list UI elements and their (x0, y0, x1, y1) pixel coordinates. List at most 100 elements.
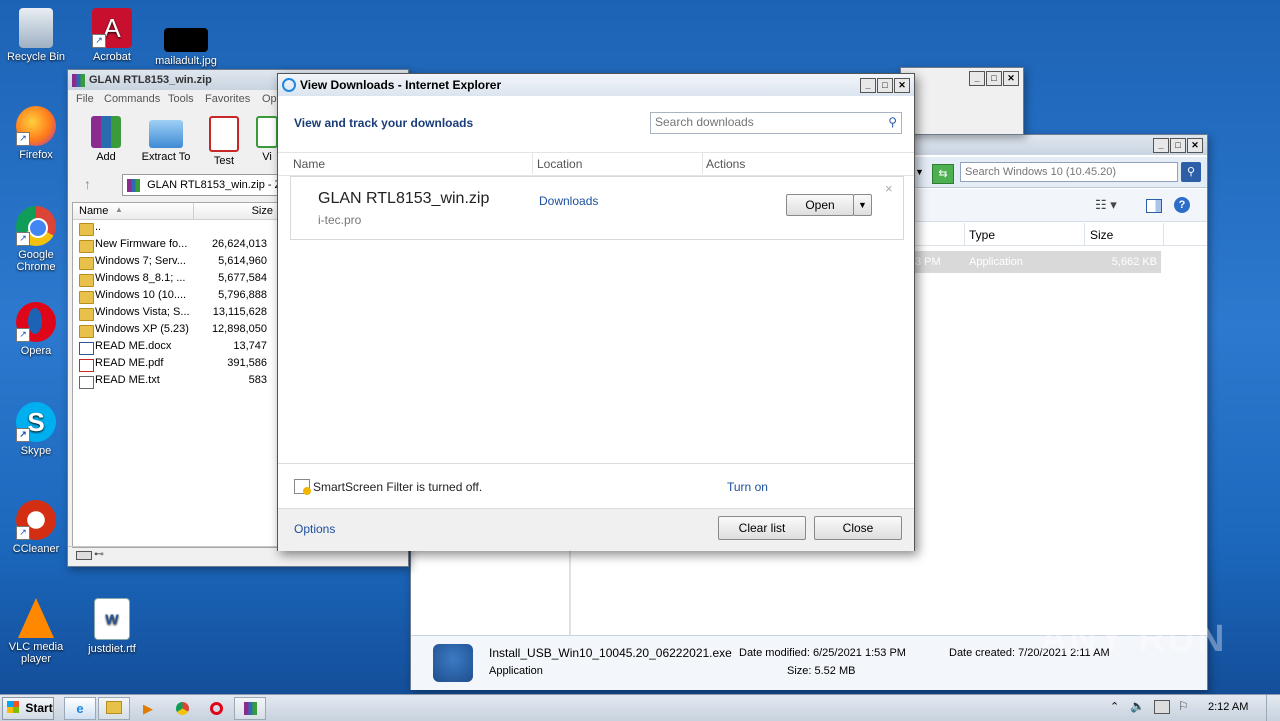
column-actions-header[interactable]: Actions (706, 157, 745, 171)
minimize-button[interactable]: _ (860, 78, 876, 93)
open-dropdown-button[interactable]: ▼ (853, 194, 872, 216)
download-filename: GLAN RTL8153_win.zip (318, 190, 490, 207)
firefox-icon: ↗ (16, 106, 56, 146)
view-options-icon[interactable]: ☷ ▾ (1095, 197, 1117, 213)
file-row-selected[interactable]: 3 PM Application 5,662 KB (909, 251, 1161, 273)
help-icon[interactable]: ? (1174, 197, 1190, 213)
open-button[interactable]: Open (786, 194, 854, 216)
tray-expand-icon[interactable]: ⌃ (1110, 700, 1119, 713)
network-icon[interactable] (1154, 700, 1170, 714)
search-icon[interactable]: ⚲ (1181, 162, 1201, 182)
dropdown-arrow-icon[interactable]: ▼ (915, 167, 924, 177)
explorer-search-input[interactable] (960, 162, 1178, 182)
list-item[interactable]: Windows 7; Serv... 5,614,960 (73, 255, 273, 272)
vlc-icon (18, 598, 54, 638)
close-button[interactable]: ✕ (1187, 138, 1203, 153)
desktop-icon-recycle-bin[interactable]: Recycle Bin (0, 8, 72, 63)
action-center-flag-icon[interactable]: ⚐ (1178, 699, 1189, 713)
menu-favorites[interactable]: Favorites (205, 93, 250, 105)
dialog-divider (278, 463, 914, 464)
taskbar-opera[interactable] (200, 697, 232, 720)
dialog-titlebar[interactable]: View Downloads - Internet Explorer (278, 74, 914, 96)
column-location-header[interactable]: Location (537, 157, 582, 171)
column-type-header[interactable]: Type (969, 228, 995, 242)
desktop-icon-skype[interactable]: S ↗ Skype (0, 402, 72, 457)
close-button[interactable]: ✕ (894, 78, 910, 93)
list-item[interactable]: Windows 8_8.1; ... 5,677,584 (73, 272, 273, 289)
desktop-icon-mailadult[interactable]: mailadult.jpg (150, 8, 222, 67)
desktop-icon-firefox[interactable]: ↗ Firefox (0, 106, 72, 161)
list-item[interactable]: READ ME.docx 13,747 (73, 340, 273, 357)
options-link[interactable]: Options (294, 522, 335, 536)
menu-tools[interactable]: Tools (168, 93, 194, 105)
remove-item-icon[interactable]: × (885, 181, 893, 196)
menu-commands[interactable]: Commands (104, 93, 160, 105)
dialog-heading: View and track your downloads (294, 116, 474, 130)
installer-file-icon (433, 644, 473, 682)
list-item[interactable]: Windows Vista; S... 13,115,628 (73, 306, 273, 323)
up-arrow-icon[interactable]: ↑ (84, 176, 91, 192)
desktop-icon-chrome[interactable]: ↗ Google Chrome (0, 206, 72, 273)
text-document-icon (79, 376, 94, 389)
show-desktop-button[interactable] (1266, 695, 1280, 721)
desktop-icon-ccleaner[interactable]: ↗ CCleaner (0, 500, 72, 555)
test-button[interactable]: Test (204, 116, 244, 167)
minimize-button[interactable]: _ (969, 71, 985, 86)
word-document-icon: W (94, 598, 130, 640)
add-button[interactable]: Add (86, 116, 126, 163)
turn-on-link[interactable]: Turn on (727, 480, 768, 494)
list-item[interactable]: New Firmware fo... 26,624,013 (73, 238, 273, 255)
details-kind: Application (489, 665, 543, 677)
view-downloads-dialog[interactable]: View Downloads - Internet Explorer _ □ ✕… (277, 73, 915, 551)
minimize-button[interactable]: _ (1153, 138, 1169, 153)
ie-icon: e (76, 701, 84, 716)
maximize-button[interactable]: □ (986, 71, 1002, 86)
folder-up-icon (79, 223, 94, 236)
media-player-icon: ▶ (143, 701, 153, 716)
menu-options[interactable]: Op (262, 93, 277, 105)
column-size-header[interactable]: Size (252, 205, 273, 217)
download-location-link[interactable]: Downloads (539, 194, 598, 208)
clock[interactable]: 2:12 AM (1208, 701, 1248, 713)
list-item[interactable]: .. (73, 221, 273, 238)
download-item[interactable]: GLAN RTL8153_win.zip i-tec.pro Downloads… (290, 176, 904, 240)
key-icon: ⊷ (94, 549, 104, 560)
desktop-icon-vlc[interactable]: VLC media player (0, 598, 72, 665)
add-archive-icon (91, 116, 121, 148)
view-button[interactable]: Vi (256, 116, 278, 163)
clear-list-button[interactable]: Clear list (718, 516, 806, 540)
taskbar-explorer[interactable] (98, 697, 130, 720)
column-name-header[interactable]: Name (293, 157, 325, 171)
taskbar-chrome[interactable] (166, 697, 198, 720)
desktop-icon-justdiet[interactable]: W justdiet.rtf (76, 598, 148, 655)
maximize-button[interactable]: □ (1170, 138, 1186, 153)
taskbar-media-player[interactable]: ▶ (132, 697, 164, 720)
downloads-search[interactable]: ⚲ (650, 112, 902, 134)
recycle-bin-icon (19, 8, 53, 48)
details-modified: Date modified: 6/25/2021 1:53 PM (739, 647, 906, 659)
preview-pane-icon[interactable] (1146, 199, 1162, 213)
taskbar-winrar[interactable] (234, 697, 266, 720)
list-item[interactable]: READ ME.txt 583 (73, 374, 273, 391)
list-item[interactable]: READ ME.pdf 391,586 (73, 357, 273, 374)
close-dialog-button[interactable]: Close (814, 516, 902, 540)
extract-to-button[interactable]: Extract To (138, 116, 194, 163)
row-type: Application (969, 256, 1023, 268)
column-size-header[interactable]: Size (1090, 228, 1113, 242)
desktop-icon-opera[interactable]: ↗ Opera (0, 302, 72, 357)
list-item[interactable]: Windows 10 (10.... 5,796,888 (73, 289, 273, 306)
list-item[interactable]: Windows XP (5.23) 12,898,050 (73, 323, 273, 340)
maximize-button[interactable]: □ (877, 78, 893, 93)
downloads-search-input[interactable] (651, 113, 879, 131)
chrome-icon: ↗ (16, 206, 56, 246)
refresh-button[interactable]: ⇆ (932, 164, 954, 184)
column-name-header[interactable]: Name (79, 205, 108, 217)
start-button[interactable]: Start (2, 697, 54, 720)
search-icon[interactable]: ⚲ (888, 115, 897, 129)
background-window[interactable]: _ □ ✕ (900, 67, 1024, 135)
menu-file[interactable]: File (76, 93, 94, 105)
volume-icon[interactable]: 🔈 (1130, 699, 1145, 713)
taskbar-ie[interactable]: e (64, 697, 96, 720)
close-button[interactable]: ✕ (1003, 71, 1019, 86)
desktop-icon-acrobat[interactable]: A ↗ Acrobat (76, 8, 148, 63)
